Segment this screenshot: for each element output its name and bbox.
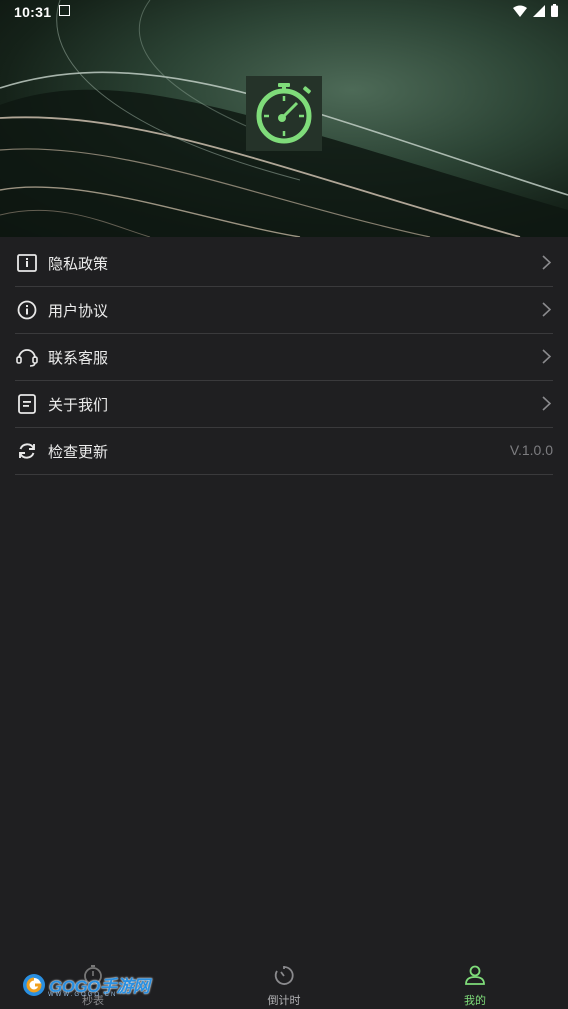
menu-item-about-us[interactable]: 关于我们 (15, 381, 553, 428)
notification-icon (59, 5, 70, 16)
tab-label: 我的 (464, 994, 486, 1007)
menu-item-label: 关于我们 (48, 395, 109, 414)
header-banner: 10:31 (0, 0, 568, 237)
menu-item-contact-support[interactable]: 联系客服 (15, 334, 553, 381)
gogo-logo-icon (23, 973, 45, 996)
version-label: V.1.0.0 (509, 442, 553, 458)
status-bar: 10:31 (0, 0, 568, 24)
menu-item-check-update[interactable]: 检查更新 V.1.0.0 (15, 428, 553, 475)
headset-icon (16, 346, 38, 368)
settings-menu: 隐私政策 用户协议 联系客服 关于我们 检查更新 V.1.0.0 (15, 240, 553, 475)
tab-label: 倒计时 (267, 994, 301, 1007)
stopwatch-icon (256, 83, 312, 144)
chevron-right-icon (542, 349, 551, 364)
chevron-right-icon (542, 255, 551, 270)
status-time: 10:31 (14, 4, 52, 20)
battery-icon (551, 4, 558, 17)
watermark-logo: GOGO手游网 WWW.GOGO.CN (22, 972, 150, 998)
menu-item-label: 联系客服 (48, 348, 109, 367)
chevron-right-icon (542, 396, 551, 411)
tab-mine[interactable]: 我的 (430, 964, 520, 1008)
info-icon (16, 299, 38, 321)
signal-icon (533, 4, 545, 17)
privacy-icon (16, 252, 38, 274)
menu-item-label: 用户协议 (48, 301, 109, 320)
document-icon (16, 393, 38, 415)
app-logo (246, 76, 322, 151)
menu-item-label: 隐私政策 (48, 254, 109, 273)
menu-item-label: 检查更新 (48, 442, 109, 461)
wifi-icon (513, 5, 527, 17)
menu-item-privacy-policy[interactable]: 隐私政策 (15, 240, 553, 287)
chevron-right-icon (542, 302, 551, 317)
menu-item-user-agreement[interactable]: 用户协议 (15, 287, 553, 334)
user-tab-icon (465, 965, 485, 985)
timer-tab-icon (274, 966, 294, 985)
refresh-icon (16, 440, 38, 462)
tab-countdown[interactable]: 倒计时 (239, 964, 329, 1008)
watermark-subtext: WWW.GOGO.CN (48, 992, 118, 998)
